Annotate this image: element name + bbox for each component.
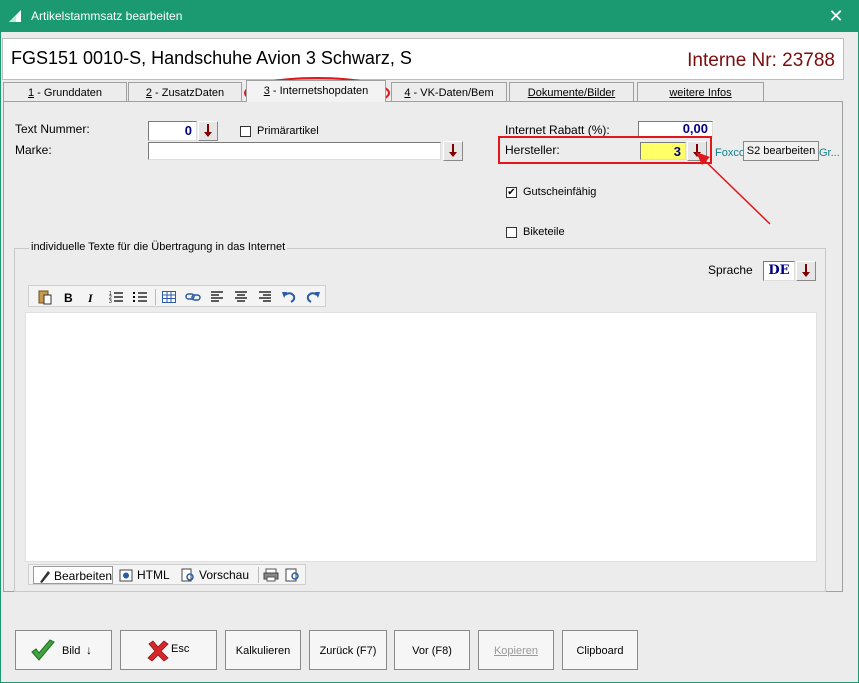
editor-mode-bar: Bearbeiten HTML Vorschau [28,564,306,585]
align-center-icon[interactable] [233,289,249,305]
tab-vk-daten[interactable]: 4 - VK-Daten/Bem [391,82,507,101]
primaerartikel-checkbox[interactable] [240,126,251,137]
tab-grunddaten[interactable]: 1 - Grunddaten [3,82,127,101]
tab-label: - Internetshopdaten [269,85,369,97]
bold-icon[interactable]: B [61,289,77,305]
arrow-down-icon [802,264,810,277]
vor-button[interactable]: Vor (F8) [394,630,470,670]
tab-label: - ZusatzDaten [151,87,225,99]
toolbar-separator [258,567,259,583]
checkmark-icon [31,639,55,661]
tab-label: weitere Infos [669,87,732,99]
text-nummer-label: Text Nummer: [15,122,90,136]
window-title: Artikelstammsatz bearbeiten [31,9,183,23]
mode-html-label: HTML [137,568,170,582]
text-nummer-field[interactable]: 0 [148,121,197,141]
undo-icon[interactable] [281,289,297,305]
annotation-box [498,136,712,164]
s2-group-name: Gr... [819,147,839,159]
app-icon [9,10,21,22]
sprache-field[interactable]: DE [763,261,795,281]
print-icon[interactable] [263,568,279,582]
group-legend: individuelle Texte für die Übertragung i… [29,241,288,253]
tab-label: - Grunddaten [34,87,102,99]
rich-text-editor[interactable] [25,312,817,562]
tab-weitere-infos[interactable]: weitere Infos [637,82,764,101]
article-header: FGS151 0010-S, Handschuhe Avion 3 Schwar… [2,38,844,80]
bullet-list-icon[interactable] [132,289,148,305]
kopieren-button: Kopieren [478,630,554,670]
svg-text:3: 3 [109,299,112,305]
esc-button[interactable]: Esc [120,630,217,670]
biketeile-checkbox[interactable] [506,227,517,238]
tab-dokumente-bilder[interactable]: Dokumente/Bilder [509,82,634,101]
html-icon [119,569,133,582]
bild-label: Bild [62,645,81,657]
tab-zusatzdaten[interactable]: 2 - ZusatzDaten [128,82,242,101]
marke-field[interactable] [148,142,441,160]
close-button[interactable]: ✕ [813,0,859,32]
mode-edit-label: Bearbeiten [54,569,113,583]
marke-label: Marke: [15,143,52,157]
bild-button[interactable]: Bild ↓ [15,630,112,670]
pencil-icon [40,571,50,583]
bild-arrow: ↓ [86,643,92,657]
zurueck-button[interactable]: Zurück (F7) [309,630,387,670]
annotation-arrow [696,152,771,225]
marke-dropdown-button[interactable] [443,141,463,161]
internet-rabatt-label: Internet Rabatt (%): [505,123,610,137]
mode-html-button[interactable]: HTML [117,566,173,584]
svg-text:B: B [64,291,73,305]
tab-label: - VK-Daten/Bem [410,87,494,99]
arrow-down-icon [204,124,212,137]
mode-preview-button[interactable]: Vorschau [179,566,255,584]
gutscheinfaehig-checkbox[interactable]: ✔ [506,187,517,198]
biketeile-label: Biketeile [523,226,565,238]
numbered-list-icon[interactable]: 123 [108,289,124,305]
gutscheinfaehig-label: Gutscheinfähig [523,186,597,198]
svg-text:I: I [87,291,94,305]
link-icon[interactable] [185,289,201,305]
esc-label: Esc [171,643,190,655]
article-title: FGS151 0010-S, Handschuhe Avion 3 Schwar… [11,48,412,68]
text-nummer-dropdown-button[interactable] [198,121,218,141]
kalkulieren-button[interactable]: Kalkulieren [225,630,301,670]
italic-icon[interactable]: I [84,289,100,305]
editor-toolbar: B I 123 [28,285,326,307]
primaerartikel-label: Primärartikel [257,125,319,137]
clipboard-button[interactable]: Clipboard [562,630,638,670]
preview-icon [181,568,194,582]
mode-edit-button[interactable]: Bearbeiten [33,566,113,584]
tab-internetshopdaten[interactable]: 3 - Internetshopdaten [246,80,386,102]
internal-number: Interne Nr: 23788 [687,50,835,71]
align-left-icon[interactable] [209,289,225,305]
redo-icon[interactable] [305,289,321,305]
toolbar-separator [155,289,156,305]
print-preview-icon[interactable] [285,568,301,582]
cross-icon [147,640,169,662]
sprache-label: Sprache [708,263,753,277]
arrow-down-icon [449,144,457,157]
kopieren-label: Kopieren [493,645,539,657]
mode-preview-label: Vorschau [199,568,250,582]
tab-label: Dokumente/Bilder [527,87,616,99]
table-icon[interactable] [161,289,177,305]
sprache-dropdown-button[interactable] [796,261,816,281]
tab-strip: 1 - Grunddaten 2 - ZusatzDaten 3 - Inter… [3,80,843,102]
paste-icon[interactable] [37,289,53,305]
title-bar: Artikelstammsatz bearbeiten ✕ [0,0,859,32]
align-right-icon[interactable] [257,289,273,305]
